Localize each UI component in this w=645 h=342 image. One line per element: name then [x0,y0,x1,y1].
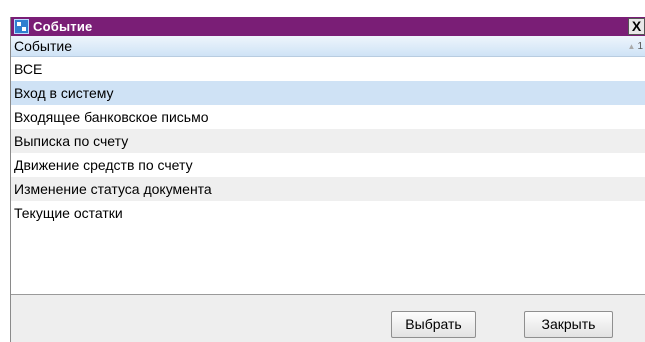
list-item[interactable]: Текущие остатки [11,201,645,225]
app-icon [14,19,29,34]
close-button[interactable]: Закрыть [524,311,613,338]
list-item[interactable]: ВСЕ [11,57,645,81]
column-header-event[interactable]: Событие ▲ 1 [11,36,645,57]
column-header-label: Событие [14,38,72,54]
sort-indicator: ▲ 1 [628,41,643,52]
event-list[interactable]: Событие ▲ 1 ВСЕ Вход в систему Входящее б… [11,36,645,295]
list-item[interactable]: Движение средств по счету [11,153,645,177]
sort-order-label: 1 [637,40,643,52]
window-title: Событие [33,19,93,34]
list-item[interactable]: Изменение статуса документа [11,177,645,201]
list-item[interactable]: Выписка по счету [11,129,645,153]
list-item[interactable]: Входящее банковское письмо [11,105,645,129]
title-bar[interactable]: Событие X [11,17,645,36]
event-dialog: Событие X Событие ▲ 1 ВСЕ Вход в систему … [10,17,645,342]
close-icon[interactable]: X [628,18,645,35]
list-item-selected[interactable]: Вход в систему [11,81,645,105]
button-bar: Выбрать Закрыть [11,311,645,339]
sort-asc-icon: ▲ [627,41,636,51]
select-button[interactable]: Выбрать [391,311,476,338]
